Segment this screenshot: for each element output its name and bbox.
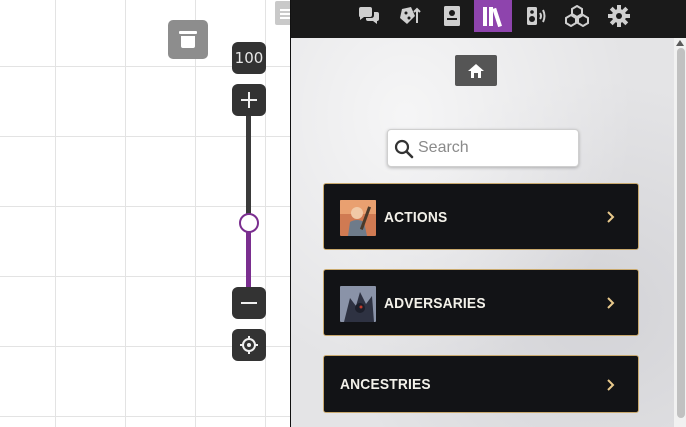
chevron-right-icon — [607, 297, 615, 309]
delete-layer-button[interactable] — [168, 20, 208, 59]
chevron-right-icon — [607, 211, 615, 223]
trash-icon — [179, 31, 197, 48]
zoom-slider-track[interactable] — [246, 116, 251, 216]
tab-packages[interactable] — [558, 0, 596, 32]
category-label: ACTIONS — [384, 209, 448, 226]
search-input[interactable] — [418, 130, 568, 166]
zoom-level-display: 100 — [232, 42, 266, 74]
minus-icon — [241, 302, 257, 304]
search-icon — [394, 139, 414, 159]
tab-settings[interactable] — [600, 0, 638, 32]
actions-thumbnail — [340, 200, 376, 236]
zoom-in-button[interactable] — [232, 84, 266, 116]
category-label: ADVERSARIES — [384, 295, 486, 312]
sidebar: ACTIONS ADVERSARIES ANCESTRIES — [290, 0, 686, 427]
sidebar-scrollbar[interactable] — [674, 38, 686, 427]
dice-icon — [400, 7, 421, 24]
crosshair-icon — [240, 336, 258, 354]
compendium-panel: ACTIONS ADVERSARIES ANCESTRIES — [291, 38, 674, 427]
tab-chat[interactable] — [350, 0, 388, 32]
tab-combat[interactable] — [391, 0, 429, 32]
tab-playlists[interactable] — [517, 0, 555, 32]
hamburger-icon[interactable] — [275, 1, 291, 25]
scrollbar-thumb[interactable] — [677, 48, 685, 418]
recenter-button[interactable] — [232, 329, 266, 361]
tab-compendium[interactable] — [474, 0, 512, 32]
category-adversaries[interactable]: ADVERSARIES — [323, 269, 639, 336]
compendium-books-icon — [483, 7, 502, 27]
journal-icon — [444, 6, 460, 26]
playlist-speaker-icon — [527, 7, 546, 25]
category-ancestries[interactable]: ANCESTRIES — [323, 355, 639, 413]
sidebar-tab-bar — [291, 0, 686, 38]
chevron-right-icon — [607, 379, 615, 391]
home-button[interactable] — [455, 55, 497, 86]
adversaries-thumbnail — [340, 286, 376, 322]
search-box[interactable] — [387, 129, 579, 167]
chat-bubbles-icon — [359, 7, 379, 24]
packages-icon — [565, 5, 589, 27]
scroll-up-arrow-icon[interactable] — [676, 40, 684, 46]
zoom-slider-fill — [246, 232, 251, 288]
home-icon — [468, 63, 484, 78]
zoom-out-button[interactable] — [232, 287, 266, 319]
category-actions[interactable]: ACTIONS — [323, 183, 639, 250]
category-label: ANCESTRIES — [340, 376, 431, 393]
zoom-slider-thumb[interactable] — [239, 213, 259, 233]
tab-journal[interactable] — [433, 0, 471, 32]
gear-icon — [608, 5, 630, 27]
